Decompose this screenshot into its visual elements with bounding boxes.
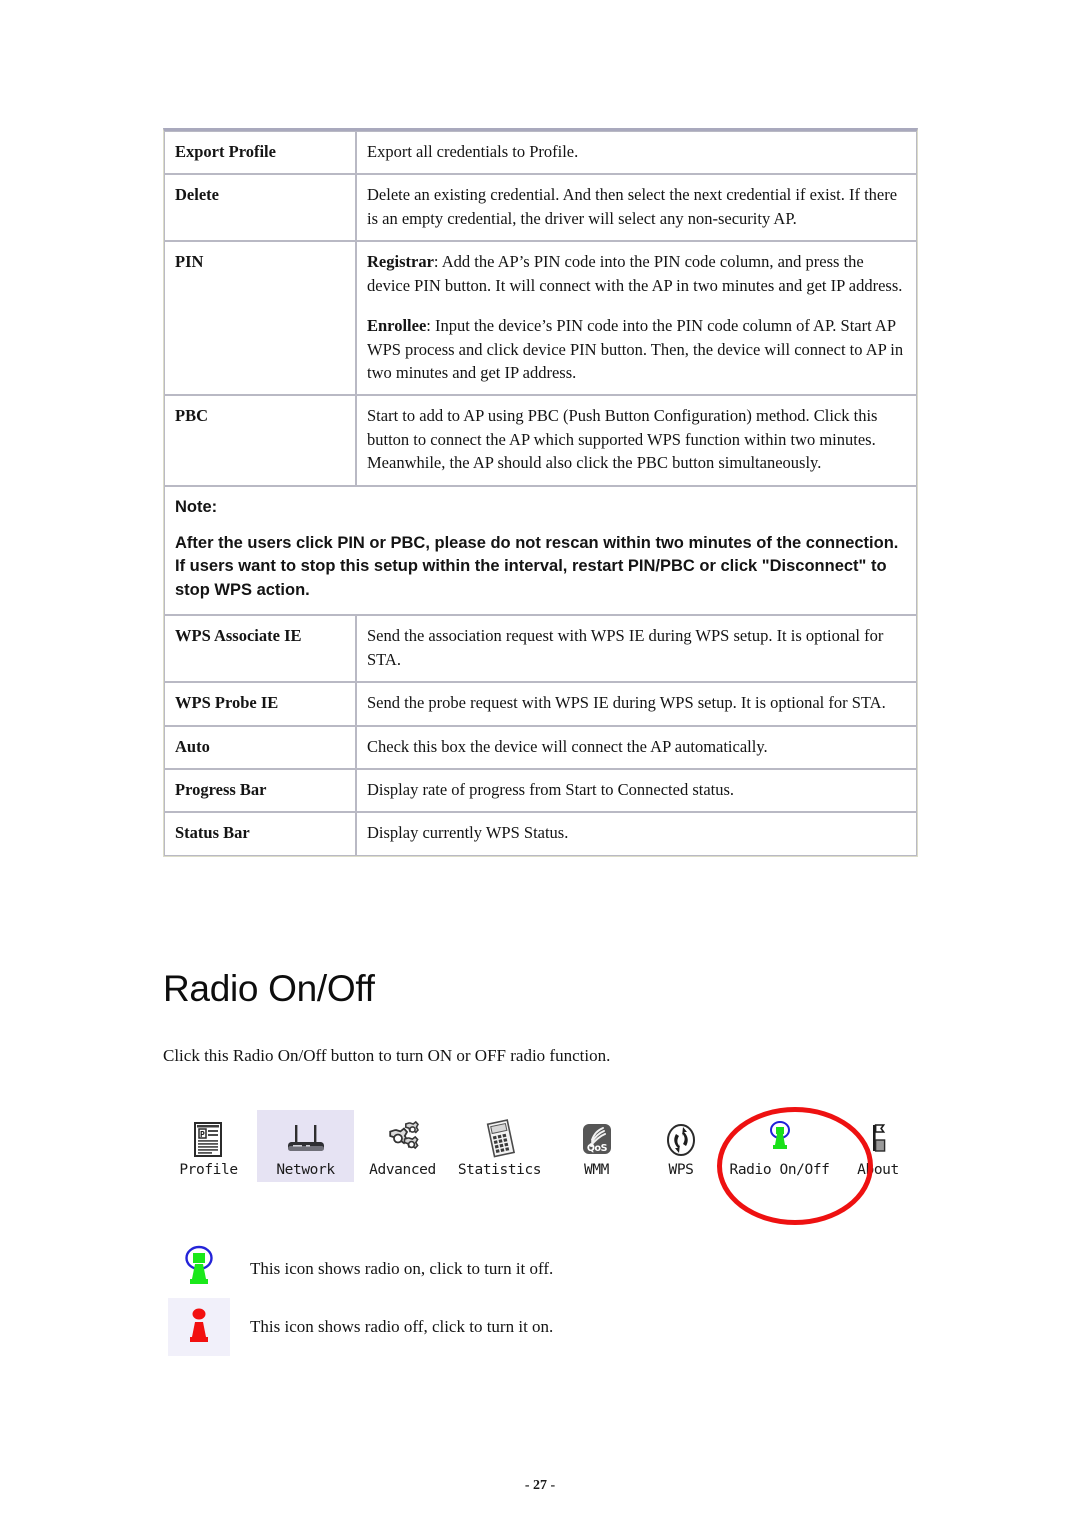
description-paragraph: Send the association request with WPS IE… xyxy=(367,626,884,669)
toolbar-item-network[interactable]: Network xyxy=(257,1110,354,1182)
svg-text:P: P xyxy=(200,1130,205,1139)
description-paragraph: Display currently WPS Status. xyxy=(367,823,569,843)
toolbar-item-label: Statistics xyxy=(457,1162,542,1178)
page-number: - 27 - xyxy=(524,1478,556,1493)
table-row: Auto Check this box the device will conn… xyxy=(164,725,917,770)
paragraph-text: : Add the AP’s PIN code into the PIN cod… xyxy=(367,252,903,295)
paragraph-lead: Registrar xyxy=(367,252,434,272)
svg-text:QoS: QoS xyxy=(586,1143,607,1154)
table-row: WPS Probe IE Send the probe request with… xyxy=(164,682,917,726)
row-label: Export Profile xyxy=(164,131,356,175)
description-paragraph: Export all credentials to Profile. xyxy=(367,142,579,161)
profile-document-icon: P xyxy=(192,1115,226,1159)
row-description: Display rate of progress from Start to C… xyxy=(356,769,917,813)
row-description: Registrar: Add the AP’s PIN code into th… xyxy=(356,241,917,396)
toolbar-item-advanced[interactable]: Advanced xyxy=(354,1110,451,1182)
toolbar-item-radio-on-off[interactable]: Radio On/Off xyxy=(717,1110,842,1182)
row-description: Check this box the device will connect t… xyxy=(356,725,917,770)
toolbar-item-label: Advanced xyxy=(369,1162,436,1178)
radio-tower-on-icon xyxy=(764,1115,796,1159)
toolbar-item-label: Radio On/Off xyxy=(729,1162,830,1178)
toolbar-item-label: WPS xyxy=(668,1162,694,1178)
gears-icon xyxy=(381,1115,425,1159)
qos-icon: QoS xyxy=(578,1115,616,1159)
row-description: Display currently WPS Status. xyxy=(356,812,917,856)
toolbar-item-label: About xyxy=(857,1162,899,1178)
toolbar-item-profile[interactable]: P Profile xyxy=(160,1110,257,1182)
radio-icon-legend: This icon shows radio on, click to turn … xyxy=(168,1240,553,1356)
note-row: Note: After the users click PIN or PBC, … xyxy=(164,485,917,616)
toolbar-item-about[interactable]: About xyxy=(842,1110,914,1182)
row-label: PIN xyxy=(164,241,356,396)
router-icon xyxy=(282,1115,330,1159)
table-row: WPS Associate IE Send the association re… xyxy=(164,615,917,683)
legend-text: This icon shows radio off, click to turn… xyxy=(250,1317,554,1336)
wps-settings-table: Export Profile Export all credentials to… xyxy=(163,128,918,857)
description-paragraph: Delete an existing credential. And then … xyxy=(367,185,898,228)
paragraph-lead: Enrollee xyxy=(367,316,427,336)
description-paragraph: Check this box the device will connect t… xyxy=(367,736,768,756)
note-cell: Note: After the users click PIN or PBC, … xyxy=(164,485,917,616)
row-description: Send the association request with WPS IE… xyxy=(356,615,917,683)
row-label: WPS Associate IE xyxy=(164,615,356,683)
row-description: Start to add to AP using PBC (Push Butto… xyxy=(356,395,917,486)
row-label: Delete xyxy=(164,174,356,242)
table-row: Export Profile Export all credentials to… xyxy=(164,131,917,175)
toolbar-item-label: Profile xyxy=(179,1162,238,1178)
description-paragraph: Start to add to AP using PBC (Push Butto… xyxy=(367,406,878,473)
table-row: PBC Start to add to AP using PBC (Push B… xyxy=(164,395,917,486)
toolbar-item-wps[interactable]: WPS xyxy=(645,1110,717,1182)
row-description: Delete an existing credential. And then … xyxy=(356,174,917,242)
toolbar-item-label: Network xyxy=(276,1162,335,1178)
table-row: Progress Bar Display rate of progress fr… xyxy=(164,769,917,813)
description-paragraph: Registrar: Add the AP’s PIN code into th… xyxy=(367,250,906,297)
note-body: After the users click PIN or PBC, please… xyxy=(175,534,899,599)
description-paragraph: Enrollee: Input the device’s PIN code in… xyxy=(367,314,906,384)
table-row: Status Bar Display currently WPS Status. xyxy=(164,812,917,856)
table-row: PIN Registrar: Add the AP’s PIN code int… xyxy=(164,241,917,396)
table-row: Delete Delete an existing credential. An… xyxy=(164,174,917,242)
row-description: Send the probe request with WPS IE durin… xyxy=(356,682,917,726)
document-page: Export Profile Export all credentials to… xyxy=(0,0,1080,1527)
note-title: Note: xyxy=(175,497,218,516)
legend-row-radio-on: This icon shows radio on, click to turn … xyxy=(168,1240,553,1298)
wps-arrows-icon xyxy=(663,1115,699,1159)
row-label: Status Bar xyxy=(164,812,356,856)
paragraph-text: : Input the device’s PIN code into the P… xyxy=(367,316,904,382)
row-label: WPS Probe IE xyxy=(164,682,356,726)
description-paragraph: Display rate of progress from Start to C… xyxy=(367,780,735,800)
toolbar-item-statistics[interactable]: Statistics xyxy=(451,1110,548,1182)
page-title: Radio On/Off xyxy=(163,968,375,1009)
section-intro-text: Click this Radio On/Off button to turn O… xyxy=(163,1046,611,1065)
row-label: PBC xyxy=(164,395,356,486)
description-paragraph: Send the probe request with WPS IE durin… xyxy=(367,693,886,713)
toolbar-item-wmm[interactable]: QoS WMM xyxy=(548,1110,645,1182)
about-flag-icon xyxy=(862,1115,894,1159)
calculator-icon xyxy=(480,1115,520,1159)
radio-tower-off-icon[interactable] xyxy=(168,1298,230,1356)
utility-toolbar: P Profile Network Advanced Statistics Qo… xyxy=(160,1110,914,1182)
legend-row-radio-off: This icon shows radio off, click to turn… xyxy=(168,1298,553,1356)
radio-tower-on-icon[interactable] xyxy=(168,1240,230,1298)
row-description: Export all credentials to Profile. xyxy=(356,131,917,175)
toolbar-item-label: WMM xyxy=(584,1162,609,1178)
legend-text: This icon shows radio on, click to turn … xyxy=(250,1259,554,1278)
row-label: Auto xyxy=(164,725,356,770)
row-label: Progress Bar xyxy=(164,769,356,813)
